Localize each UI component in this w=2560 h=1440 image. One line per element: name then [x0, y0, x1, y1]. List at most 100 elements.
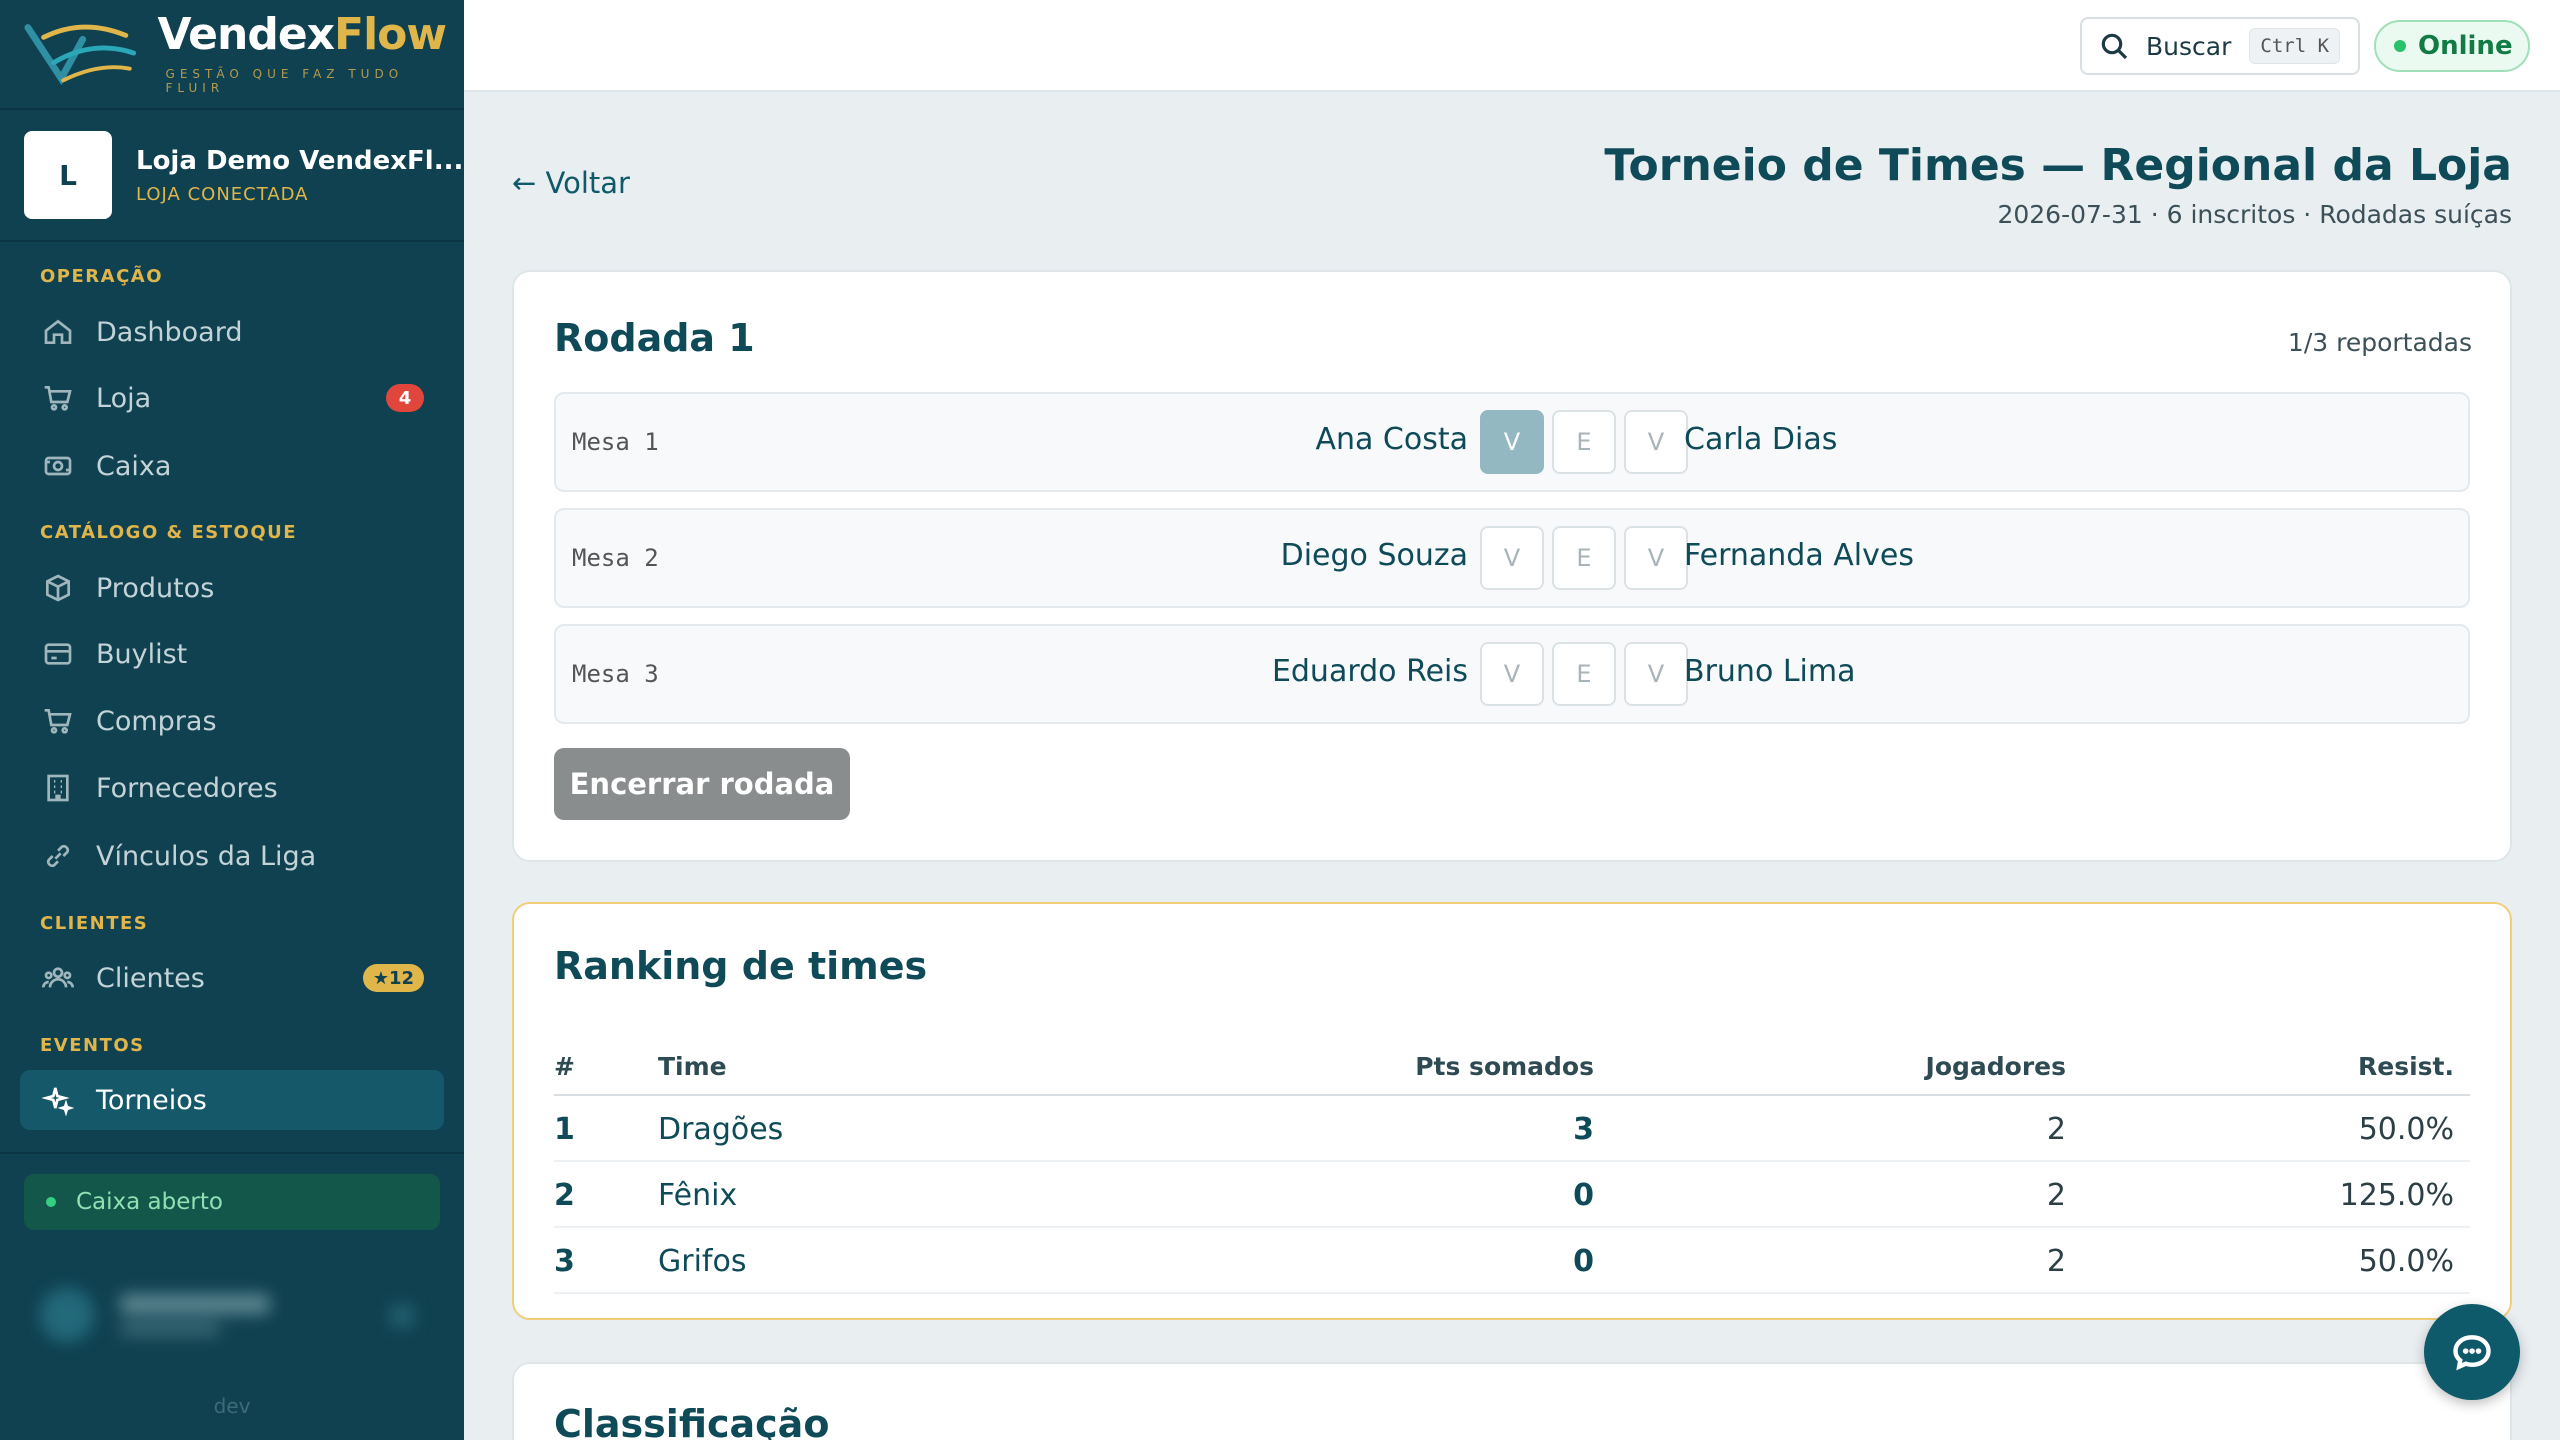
result-win-p2-button[interactable]: V: [1624, 526, 1688, 590]
store-status: LOJA CONECTADA: [136, 183, 309, 205]
player-one: Ana Costa: [1315, 422, 1468, 457]
player-one: Diego Souza: [1280, 538, 1468, 573]
points: 0: [1573, 1244, 1594, 1279]
resistance: 50.0%: [2358, 1112, 2454, 1147]
table-label: Mesa 2: [572, 544, 659, 572]
users-icon: [40, 960, 76, 996]
cash-status-pill[interactable]: Caixa aberto: [24, 1174, 440, 1230]
player-two: Bruno Lima: [1684, 654, 1856, 689]
search-label: Buscar: [2146, 31, 2232, 61]
position: 3: [554, 1244, 575, 1279]
points: 0: [1573, 1178, 1594, 1213]
user-name-redacted: [120, 1294, 270, 1314]
sidebar-item-label: Loja: [96, 382, 152, 414]
sidebar-item-clientes[interactable]: Clientes ★12: [20, 948, 444, 1008]
sidebar-item-compras[interactable]: Compras: [20, 691, 444, 751]
link-icon: [40, 838, 76, 874]
avatar: [40, 1288, 94, 1342]
section-eventos: EVENTOS: [40, 1035, 145, 1056]
col-points[interactable]: Pts somados: [1415, 1052, 1594, 1081]
cash-status-label: Caixa aberto: [76, 1189, 223, 1215]
user-menu-icon[interactable]: [390, 1304, 414, 1328]
section-catalogo: CATÁLOGO & ESTOQUE: [40, 522, 298, 543]
result-draw-button[interactable]: E: [1552, 526, 1616, 590]
brand-name: VendexFlow: [157, 9, 448, 60]
topbar: Buscar Ctrl K Online: [464, 0, 2560, 92]
box-icon: [40, 570, 76, 606]
players: 2: [2046, 1112, 2066, 1147]
chat-button[interactable]: [2424, 1304, 2520, 1400]
col-resistance[interactable]: Resist.: [2358, 1052, 2454, 1081]
resistance: 50.0%: [2358, 1244, 2454, 1279]
result-win-p1-button[interactable]: V: [1480, 642, 1544, 706]
match-row: Mesa 1 Ana Costa V E V Carla Dias: [554, 392, 2470, 492]
section-clientes: CLIENTES: [40, 913, 149, 934]
status-dot: [46, 1197, 56, 1207]
player-two: Fernanda Alves: [1684, 538, 1914, 573]
sidebar-item-buylist[interactable]: Buylist: [20, 624, 444, 684]
result-win-p2-button[interactable]: V: [1624, 642, 1688, 706]
ranking-title: Ranking de times: [554, 944, 928, 988]
players: 2: [2046, 1178, 2066, 1213]
table-row[interactable]: 3 Grifos 0 2 50.0%: [554, 1228, 2470, 1294]
building-icon: [40, 770, 76, 806]
classification-card: Classificação: [512, 1362, 2512, 1440]
sidebar-item-label: Buylist: [96, 638, 188, 670]
result-win-p1-button[interactable]: V: [1480, 526, 1544, 590]
resistance: 125.0%: [2339, 1178, 2454, 1213]
sidebar-item-dashboard[interactable]: Dashboard: [20, 302, 444, 362]
match-row: Mesa 3 Eduardo Reis V E V Bruno Lima: [554, 624, 2470, 724]
table-row[interactable]: 1 Dragões 3 2 50.0%: [554, 1096, 2470, 1162]
sidebar-item-produtos[interactable]: Produtos: [20, 558, 444, 618]
sidebar-item-label: Dashboard: [96, 316, 243, 348]
table-row[interactable]: 2 Fênix 0 2 125.0%: [554, 1162, 2470, 1228]
sidebar-item-vinculos[interactable]: Vínculos da Liga: [20, 826, 444, 886]
result-win-p2-button[interactable]: V: [1624, 410, 1688, 474]
team-name: Dragões: [658, 1112, 784, 1147]
col-team[interactable]: Time: [658, 1052, 727, 1081]
round-card: Rodada 1 1/3 reportadas Mesa 1 Ana Costa…: [512, 270, 2512, 862]
user-profile[interactable]: [30, 1280, 414, 1350]
player-two: Carla Dias: [1684, 422, 1838, 457]
result-win-p1-button[interactable]: V: [1480, 410, 1544, 474]
sidebar-item-label: Torneios: [96, 1084, 207, 1116]
cart-icon: [40, 380, 76, 416]
players: 2: [2046, 1244, 2066, 1279]
brand-tagline: GESTÃO QUE FAZ TUDO FLUIR: [165, 67, 404, 95]
round-title: Rodada 1: [554, 316, 755, 360]
status-badge: Online: [2374, 20, 2530, 72]
col-position[interactable]: #: [554, 1052, 575, 1081]
sidebar-item-torneios[interactable]: Torneios: [20, 1070, 444, 1130]
result-draw-button[interactable]: E: [1552, 410, 1616, 474]
search-button[interactable]: Buscar Ctrl K: [2080, 17, 2360, 75]
store-switcher[interactable]: L Loja Demo VendexFl... LOJA CONECTADA: [0, 110, 464, 242]
shortcut-hint: Ctrl K: [2249, 28, 2341, 64]
divider: [0, 1152, 464, 1154]
brand[interactable]: VendexFlow GESTÃO QUE FAZ TUDO FLUIR: [0, 0, 464, 110]
search-icon: [2101, 33, 2128, 60]
store-avatar: L: [24, 131, 112, 219]
sidebar-item-fornecedores[interactable]: Fornecedores: [20, 758, 444, 818]
chat-icon: [2453, 1335, 2491, 1371]
position: 2: [554, 1178, 575, 1213]
back-link[interactable]: ← Voltar: [512, 166, 630, 200]
sidebar-item-caixa[interactable]: Caixa: [20, 436, 444, 496]
status-label: Online: [2418, 31, 2513, 61]
store-name: Loja Demo VendexFl...: [136, 145, 464, 176]
player-one: Eduardo Reis: [1271, 654, 1468, 689]
col-players[interactable]: Jogadores: [1926, 1052, 2066, 1081]
section-operacao: OPERAÇÃO: [40, 266, 164, 287]
team-name: Grifos: [658, 1244, 747, 1279]
sidebar-item-label: Fornecedores: [96, 772, 278, 804]
position: 1: [554, 1112, 575, 1147]
page-title: Torneio de Times — Regional da Loja: [1604, 140, 2512, 191]
table-label: Mesa 3: [572, 660, 659, 688]
result-draw-button[interactable]: E: [1552, 642, 1616, 706]
home-icon: [40, 314, 76, 350]
notification-badge: 4: [386, 384, 424, 412]
reported-count: 1/3 reportadas: [2287, 328, 2472, 357]
team-name: Fênix: [658, 1178, 738, 1213]
sidebar-item-loja[interactable]: Loja 4: [20, 368, 444, 428]
sidebar-item-label: Compras: [96, 705, 217, 737]
end-round-button[interactable]: Encerrar rodada: [554, 748, 850, 820]
